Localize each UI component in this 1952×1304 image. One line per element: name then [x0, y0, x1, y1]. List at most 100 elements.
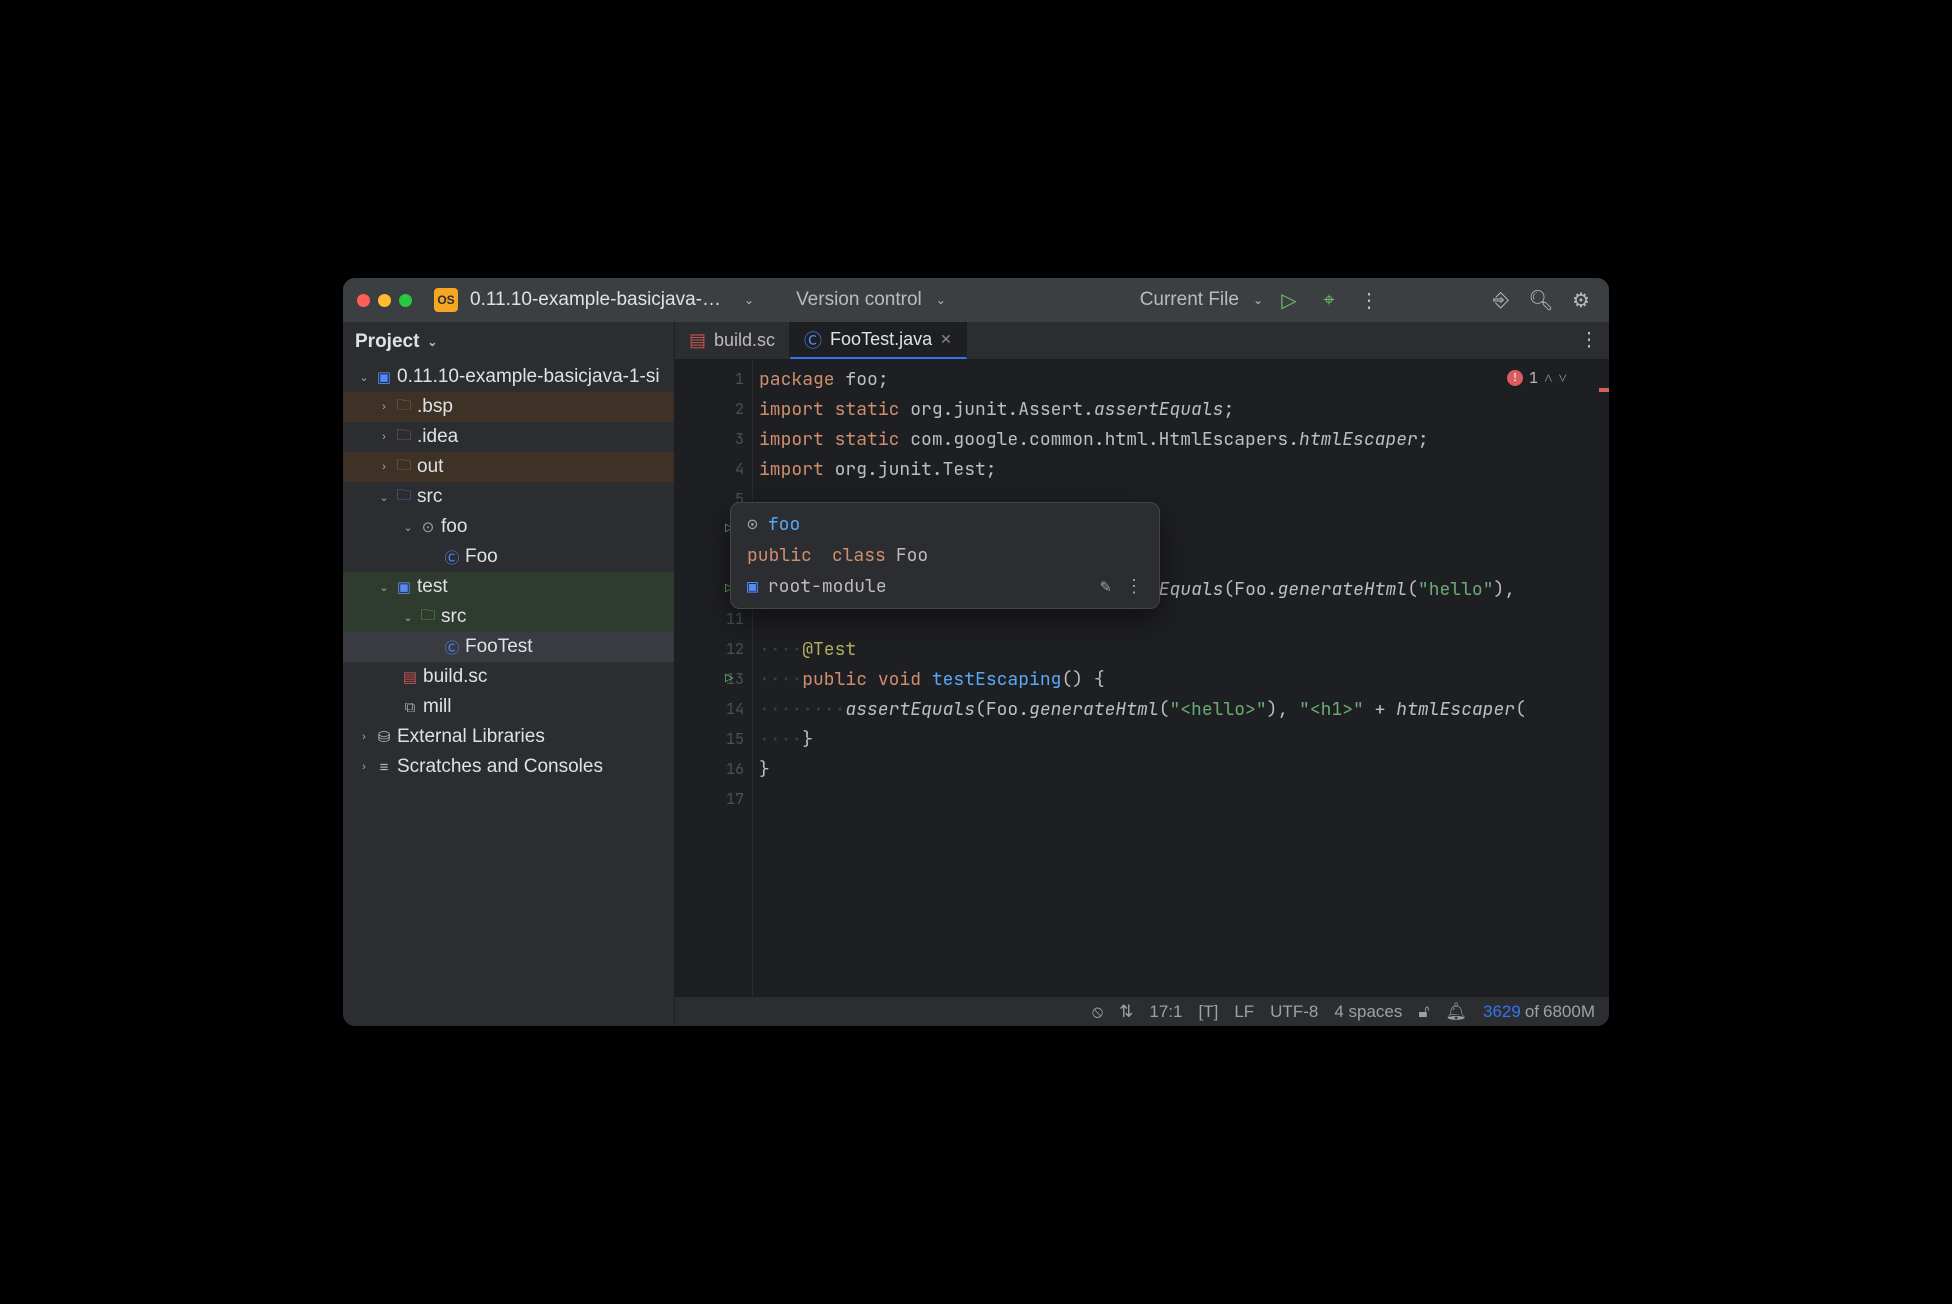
lock-open-icon: 🔓︎: [1418, 1002, 1429, 1022]
folder-icon: 🗀: [395, 425, 413, 450]
project-tool-window: Project ⌄ ⌄ ▣ 0.11.10-example-basicjava-…: [343, 322, 675, 1026]
gutter-line[interactable]: 14: [675, 694, 752, 724]
gutter-line[interactable]: 3: [675, 424, 752, 454]
indent-setting[interactable]: 4 spaces: [1334, 1002, 1402, 1022]
tab-indicator[interactable]: [T]: [1198, 1002, 1218, 1022]
vertical-dots-icon: ⋮: [1359, 288, 1379, 313]
gutter-line[interactable]: ▷13: [675, 664, 752, 694]
prev-error-button[interactable]: ˄: [1544, 368, 1552, 388]
tree-folder-src[interactable]: ⌄ 🗀 src: [343, 482, 674, 512]
vcs-menu[interactable]: Version control: [796, 289, 922, 311]
tree-class-footest[interactable]: Ⓒ FooTest: [343, 632, 674, 662]
tree-root[interactable]: ⌄ ▣ 0.11.10-example-basicjava-1-si: [343, 362, 674, 392]
file-encoding[interactable]: UTF-8: [1270, 1002, 1318, 1022]
tab-buildsc[interactable]: ▤ build.sc: [675, 322, 790, 359]
run-button[interactable]: ▷: [1275, 286, 1303, 314]
window-controls: [357, 294, 412, 307]
inspections-widget[interactable]: ! 1 ˄ ˅: [1507, 368, 1567, 388]
tree-folder-test[interactable]: ⌄ ▣ test: [343, 572, 674, 602]
bell-icon: 🔔︎: [1445, 1002, 1467, 1022]
module-row: ▣ root-module ✎ ⋮: [747, 575, 1143, 598]
readonly-toggle[interactable]: 🔓︎: [1418, 1002, 1429, 1022]
chevron-down-icon: ⌄: [377, 491, 391, 504]
tree-folder-idea[interactable]: › 🗀 .idea: [343, 422, 674, 452]
chevron-down-icon: ⌄: [936, 293, 946, 307]
module-icon: ▣: [375, 368, 393, 386]
file-icon: ▤: [689, 330, 706, 351]
vertical-dots-icon: ⋮: [1125, 575, 1143, 598]
tabs-more-button[interactable]: ⋮: [1569, 322, 1609, 359]
caret-position[interactable]: 17:1: [1149, 1002, 1182, 1022]
tree-scratches[interactable]: › ≡ Scratches and Consoles: [343, 752, 674, 782]
code-area[interactable]: package foo; import static org.junit.Ass…: [753, 360, 1609, 996]
terminal-icon: ⧉: [401, 699, 419, 716]
chevron-right-icon: ›: [377, 461, 391, 473]
libraries-icon: ⛁: [375, 728, 393, 746]
run-config-dropdown[interactable]: Current File: [1140, 289, 1239, 311]
package-icon: ⊙: [747, 513, 758, 536]
minimize-window-button[interactable]: [378, 294, 391, 307]
editor-tabs: ▤ build.sc Ⓒ FooTest.java ✕ ⋮: [675, 322, 1609, 360]
class-icon: Ⓒ: [804, 327, 822, 353]
gutter-line[interactable]: 4: [675, 454, 752, 484]
source-folder-icon: 🗀: [395, 485, 413, 510]
close-window-button[interactable]: [357, 294, 370, 307]
folder-icon: 🗀: [395, 395, 413, 420]
gutter-line[interactable]: 15: [675, 724, 752, 754]
line-separator[interactable]: LF: [1234, 1002, 1254, 1022]
file-icon: ▤: [401, 668, 419, 686]
search-icon: 🔍︎: [1528, 288, 1553, 313]
pencil-icon: ✎: [1100, 575, 1111, 598]
tree-class-foo[interactable]: Ⓒ Foo: [343, 542, 674, 572]
scratches-icon: ≡: [375, 759, 393, 776]
status-connection-icon[interactable]: ⦸: [1092, 1002, 1103, 1022]
notifications-button[interactable]: 🔔︎: [1445, 1002, 1467, 1022]
tree-folder-out[interactable]: › 🗀 out: [343, 452, 674, 482]
code-with-me-button[interactable]: ⎆: [1487, 286, 1515, 314]
more-button[interactable]: ⋮: [1125, 575, 1143, 598]
settings-button[interactable]: ⚙: [1567, 286, 1595, 314]
next-error-button[interactable]: ˅: [1559, 368, 1567, 388]
project-panel-header[interactable]: Project ⌄: [343, 322, 674, 362]
gutter-line[interactable]: 2: [675, 394, 752, 424]
person-plus-icon: ⎆: [1493, 289, 1509, 312]
error-stripe-marker[interactable]: [1599, 388, 1609, 392]
tab-footest[interactable]: Ⓒ FooTest.java ✕: [790, 322, 967, 359]
gutter-line[interactable]: 16: [675, 754, 752, 784]
chevron-down-icon: ⌄: [377, 581, 391, 594]
code-editor[interactable]: 1 2 3 4 5 ▷6 7 ▷›8 11 12 ▷13 14 15 16 17: [675, 360, 1609, 996]
chevron-down-icon: ⌄: [401, 521, 415, 534]
error-icon: !: [1507, 370, 1523, 386]
close-tab-button[interactable]: ✕: [940, 331, 952, 348]
gutter-line[interactable]: 17: [675, 784, 752, 814]
tree-package-foo[interactable]: ⌄ ⊙ foo: [343, 512, 674, 542]
package-link[interactable]: ⊙ foo: [747, 513, 1143, 536]
tree-file-mill[interactable]: ⧉ mill: [343, 692, 674, 722]
tree-external-libraries[interactable]: › ⛁ External Libraries: [343, 722, 674, 752]
run-triangle-icon: ▷: [1281, 288, 1296, 313]
vertical-dots-icon: ⋮: [1580, 329, 1599, 352]
status-sync-icon[interactable]: ⇅: [1119, 1002, 1133, 1022]
search-everywhere-button[interactable]: 🔍︎: [1527, 286, 1555, 314]
project-name-dropdown[interactable]: 0.11.10-example-basicjava-1-si...: [470, 289, 730, 311]
tree-folder-test-src[interactable]: ⌄ 🗀 src: [343, 602, 674, 632]
debug-button[interactable]: ⌖: [1315, 286, 1343, 314]
error-count: 1: [1529, 368, 1538, 388]
tree-file-buildsc[interactable]: ▤ build.sc: [343, 662, 674, 692]
gutter-line[interactable]: 12: [675, 634, 752, 664]
run-gutter-icon[interactable]: ▷: [725, 670, 733, 688]
tab-label: build.sc: [714, 330, 775, 351]
bug-icon: ⌖: [1323, 289, 1334, 312]
more-actions-button[interactable]: ⋮: [1355, 286, 1383, 314]
tab-label: FooTest.java: [830, 329, 932, 350]
class-icon: Ⓒ: [443, 637, 461, 658]
edit-button[interactable]: ✎: [1100, 575, 1111, 598]
tree-folder-bsp[interactable]: › 🗀 .bsp: [343, 392, 674, 422]
gutter-line[interactable]: 1: [675, 364, 752, 394]
chevron-right-icon: ›: [357, 731, 371, 743]
quick-doc-popup[interactable]: ⊙ foo public class Foo ▣ root-module ✎ ⋮: [730, 502, 1160, 609]
maximize-window-button[interactable]: [399, 294, 412, 307]
titlebar: OS 0.11.10-example-basicjava-1-si... ⌄ V…: [343, 278, 1609, 322]
memory-indicator[interactable]: 3629 of 6800M: [1483, 1002, 1595, 1022]
test-source-folder-icon: 🗀: [419, 605, 437, 630]
